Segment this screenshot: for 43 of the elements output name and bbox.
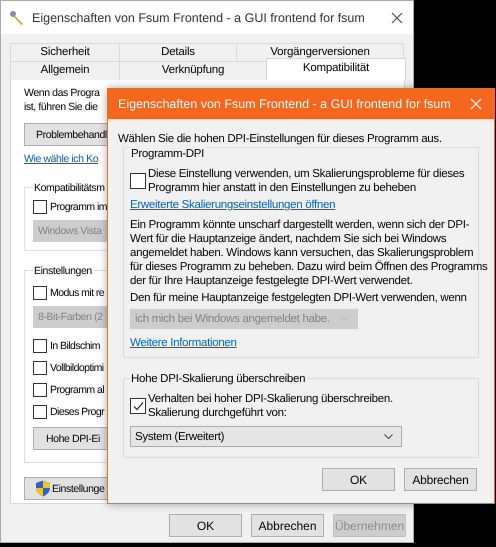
intro-text: ist, führen Sie die bbox=[24, 100, 99, 114]
help-link[interactable]: Wie wähle ich Ko bbox=[24, 153, 98, 165]
checkbox[interactable] bbox=[33, 200, 47, 214]
checkbox-label: Programm im bbox=[50, 201, 107, 213]
checkbox-label: Modus mit re bbox=[50, 287, 104, 299]
group-label: Programm-DPI bbox=[130, 147, 206, 161]
checkbox[interactable] bbox=[130, 398, 146, 414]
checkbox[interactable] bbox=[130, 173, 146, 189]
dialog-button[interactable]: Abbrechen bbox=[404, 468, 477, 491]
checkbox-label: Vollbildoptimi bbox=[50, 362, 104, 374]
checkbox[interactable] bbox=[33, 286, 47, 300]
window-title: Eigenschaften von Fsum Frontend - a GUI frontend for fsum bbox=[32, 10, 365, 24]
group-label: Hohe DPI-Skalierung überschreiben bbox=[130, 372, 308, 386]
app-icon bbox=[9, 10, 25, 26]
checkbox-label: Dieses Progr bbox=[50, 406, 104, 418]
more-info-link[interactable]: Weitere Informationen bbox=[130, 337, 237, 349]
group-label: Einstellungen bbox=[33, 264, 94, 278]
checkmark-icon bbox=[132, 400, 144, 412]
dialog-button[interactable]: OK bbox=[169, 514, 242, 537]
checkbox-label: Diese Einstellung verwenden, um Skalierungsprobleme für dieses Programm hier anstatt in den Einstellungen zu beheben bbox=[148, 167, 466, 195]
intro-text: Wenn das Progra bbox=[24, 86, 100, 100]
dialog-button[interactable]: OK bbox=[322, 468, 395, 491]
chevron-icon bbox=[384, 434, 393, 440]
window-title: Eigenschaften von Fsum Frontend - a GUI frontend for fsum bbox=[118, 97, 451, 111]
tab[interactable]: Sicherheit bbox=[10, 43, 120, 61]
dialog-button[interactable]: Abbrechen bbox=[251, 514, 324, 537]
shield-icon bbox=[35, 480, 51, 497]
checkbox[interactable] bbox=[33, 339, 47, 353]
advanced-scaling-link[interactable]: Erweiterte Skalierungseinstellungen öffnen bbox=[130, 199, 336, 211]
tab[interactable]: Allgemein bbox=[10, 61, 120, 80]
checkbox[interactable] bbox=[33, 383, 47, 397]
tab[interactable]: Kompatibilität bbox=[266, 58, 406, 80]
group-label: Kompatibilitätsm bbox=[33, 181, 107, 195]
checkbox-label: Programm al bbox=[50, 384, 104, 396]
checkbox[interactable] bbox=[33, 405, 47, 419]
checkbox-label: Verhalten bei hoher DPI-Skalierung überschreiben. Skalierung durchgeführt von: bbox=[148, 392, 394, 420]
checkbox[interactable] bbox=[33, 361, 47, 375]
close-icon[interactable] bbox=[391, 12, 403, 24]
description-text: Ein Programm könnte unscharf dargestellt werden, wenn sich der DPI-Wert für die Hauptanzeige ändert, nachdem Sie sich bei Windows angemeldet haben. Windows kann versuchen, das Skalierungsproblem für dieses Programm zu beheben. Dazu wird beim Öffnen des Programms der für Ihre Hauptanzeige festgelegte DPI-Wert verwendet. bbox=[130, 218, 488, 288]
scaling-dropdown[interactable]: System (Erweitert) bbox=[130, 426, 402, 447]
instruction-text: Wählen Sie die hohen DPI-Einstellungen für dieses Programm aus. bbox=[118, 132, 443, 146]
checkbox-label: In Bildschim bbox=[50, 340, 100, 352]
condition-label: Den für meine Hauptanzeige festgelegten DPI-Wert verwenden, wenn bbox=[130, 291, 467, 305]
